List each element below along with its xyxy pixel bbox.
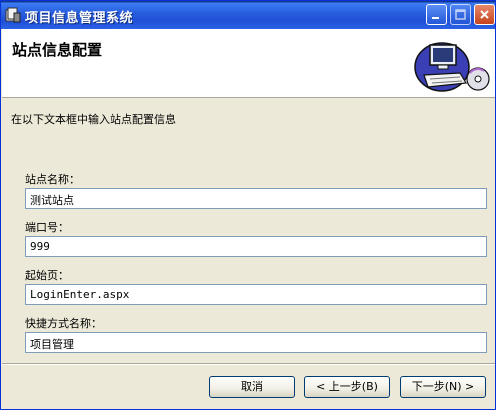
site-name-input[interactable]: 测试站点 (25, 188, 487, 209)
close-button[interactable] (474, 4, 495, 25)
title-bar[interactable]: 项目信息管理系统 (1, 1, 495, 29)
port-label: 端口号： (25, 221, 69, 234)
start-page-input[interactable]: LoginEnter.aspx (25, 284, 487, 305)
back-button[interactable]: < 上一步(B) (304, 376, 390, 398)
window-title: 项目信息管理系统 (25, 11, 134, 26)
computer-setup-icon (414, 42, 490, 92)
next-button[interactable]: 下一步(N) > (400, 376, 486, 398)
shortcut-name-label: 快捷方式名称： (25, 317, 102, 330)
maximize-icon (455, 9, 466, 20)
instruction-text: 在以下文本框中输入站点配置信息 (11, 113, 176, 126)
shortcut-name-value: 项目管理 (30, 338, 74, 351)
cancel-button[interactable]: 取消 (209, 376, 295, 398)
port-value: 999 (30, 240, 50, 253)
start-page-value: LoginEnter.aspx (30, 288, 130, 301)
shortcut-name-input[interactable]: 项目管理 (25, 332, 487, 353)
close-icon (480, 10, 489, 19)
app-icon (5, 7, 21, 23)
minimize-icon (432, 17, 439, 19)
installer-window: 项目信息管理系统 站点信息配置 在以下文本框中输入站点配置信息 站点名称： 测试… (0, 0, 496, 410)
footer-divider (2, 363, 495, 365)
page-title: 站点信息配置 (12, 41, 103, 59)
site-name-label: 站点名称： (25, 173, 80, 186)
port-input[interactable]: 999 (25, 236, 487, 257)
site-name-value: 测试站点 (30, 194, 74, 207)
wizard-header: 站点信息配置 (2, 29, 495, 98)
maximize-button[interactable] (450, 4, 471, 25)
minimize-button[interactable] (426, 4, 447, 25)
start-page-label: 起始页： (25, 269, 69, 282)
